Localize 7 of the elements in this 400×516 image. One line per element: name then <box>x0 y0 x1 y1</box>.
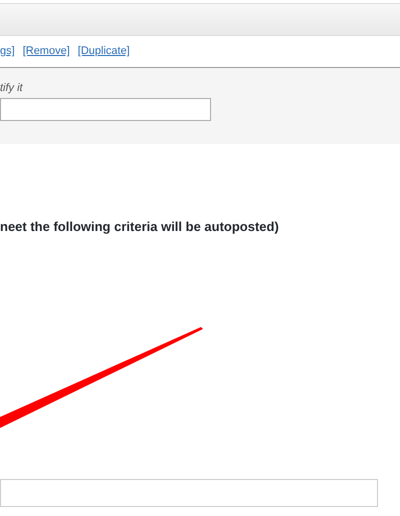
field-label: tify it <box>0 81 23 96</box>
input-field[interactable] <box>0 478 378 506</box>
input-field[interactable] <box>0 98 211 120</box>
action-link[interactable]: [Duplicate] <box>78 43 130 67</box>
action-link[interactable]: gs] <box>0 43 15 67</box>
criteria-heading: neet the following criteria will be autoposted) <box>0 218 279 236</box>
action-link[interactable]: [Remove] <box>22 43 70 67</box>
